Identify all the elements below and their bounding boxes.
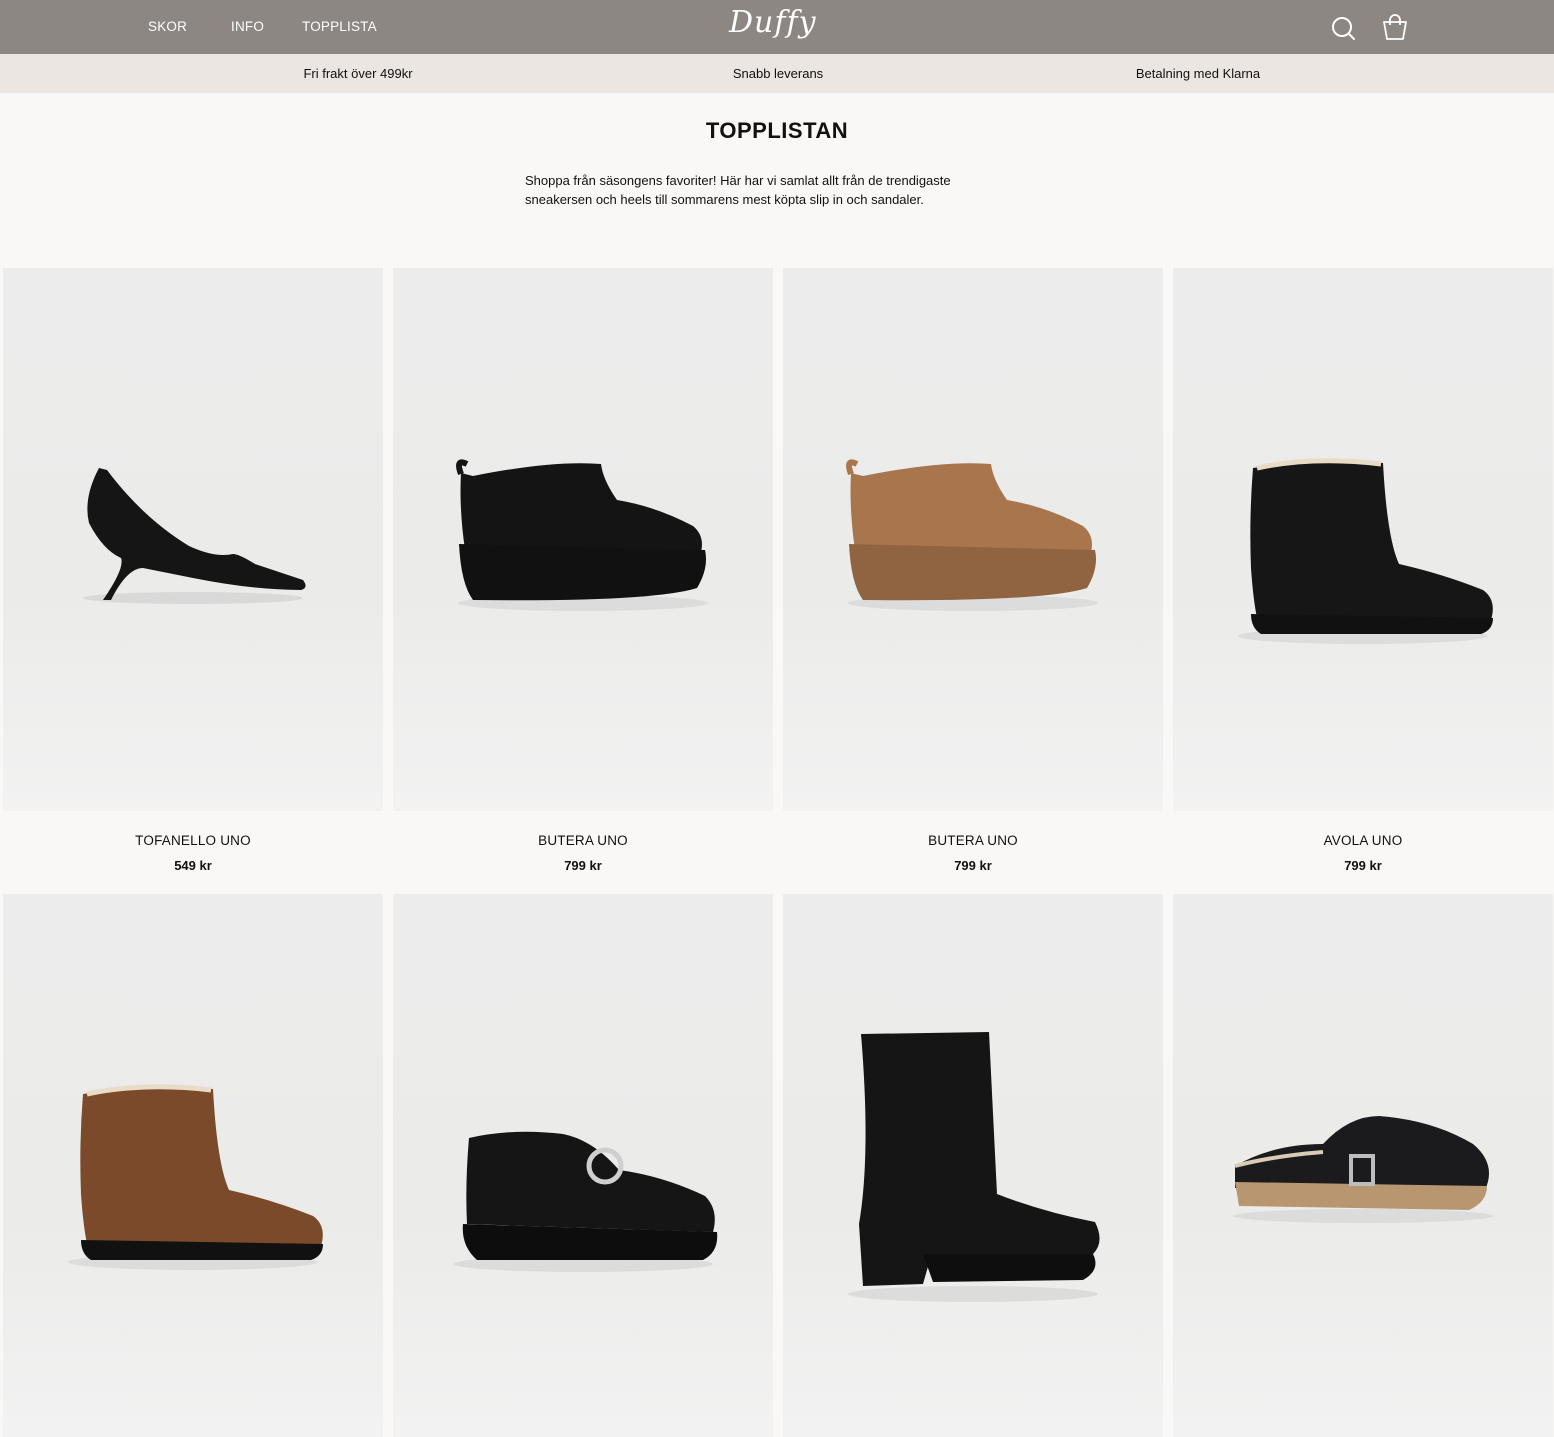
nav-info[interactable]: INFO <box>231 19 264 34</box>
ankle-boot-image <box>1238 458 1493 644</box>
category-hero: TOPPLISTAN Shoppa från säsongens favorit… <box>0 93 1554 268</box>
brand-logo[interactable]: Duffy <box>729 5 817 40</box>
product-card[interactable]: AVOLA UNO 799 kr <box>1173 268 1553 873</box>
product-image[interactable] <box>3 268 383 811</box>
usp-fast-delivery: Snabb leverans <box>732 66 824 81</box>
shopping-bag-icon[interactable] <box>1381 14 1409 42</box>
product-price: 549 kr <box>174 858 212 873</box>
product-name[interactable]: BUTERA UNO <box>393 833 773 848</box>
product-card[interactable] <box>1173 894 1553 1437</box>
page-title: TOPPLISTAN <box>705 118 849 143</box>
product-card[interactable] <box>783 894 1163 1437</box>
product-image[interactable] <box>393 268 773 811</box>
category-description-line-1: Shoppa från säsongens favoriter! Här har… <box>525 173 951 188</box>
product-card[interactable]: BUTERA UNO 799 kr <box>783 268 1163 873</box>
product-image[interactable] <box>393 894 773 1437</box>
nav-topplista[interactable]: TOPPLISTA <box>302 19 377 34</box>
search-icon[interactable] <box>1329 14 1357 42</box>
product-name[interactable]: TOFANELLO UNO <box>3 833 383 848</box>
loafer-image <box>453 1131 718 1272</box>
heeled-boot-image <box>848 1032 1100 1302</box>
product-card[interactable] <box>3 894 383 1437</box>
product-image[interactable] <box>783 268 1163 811</box>
product-price: 799 kr <box>954 858 992 873</box>
product-image[interactable] <box>1173 268 1553 811</box>
usp-klarna: Betalning med Klarna <box>1135 66 1261 81</box>
usp-bar: Fri frakt över 499kr Snabb leverans Beta… <box>0 54 1554 93</box>
product-card[interactable] <box>393 894 773 1437</box>
product-image[interactable] <box>783 894 1163 1437</box>
usp-free-shipping: Fri frakt över 499kr <box>303 66 413 81</box>
product-image[interactable] <box>3 894 383 1437</box>
platform-boot-image <box>846 459 1098 611</box>
product-price: 799 kr <box>1344 858 1382 873</box>
category-description: Shoppa från säsongens favoriter! Här har… <box>525 171 1005 209</box>
product-image[interactable] <box>1173 894 1553 1437</box>
product-price: 799 kr <box>564 858 602 873</box>
product-card[interactable]: BUTERA UNO 799 kr <box>393 268 773 873</box>
ankle-boot-image <box>68 1084 323 1270</box>
clog-image <box>1233 1116 1493 1223</box>
category-description-line-2: sneakersen och heels till sommarens mest… <box>525 192 924 207</box>
product-name[interactable]: BUTERA UNO <box>783 833 1163 848</box>
pump-shoe-image <box>83 468 306 604</box>
top-header: SKOR INFO TOPPLISTA Duffy <box>0 0 1554 54</box>
product-name[interactable]: AVOLA UNO <box>1173 833 1553 848</box>
product-card[interactable]: TOFANELLO UNO 549 kr <box>3 268 383 873</box>
nav-skor[interactable]: SKOR <box>148 19 187 34</box>
platform-boot-image <box>456 459 708 611</box>
